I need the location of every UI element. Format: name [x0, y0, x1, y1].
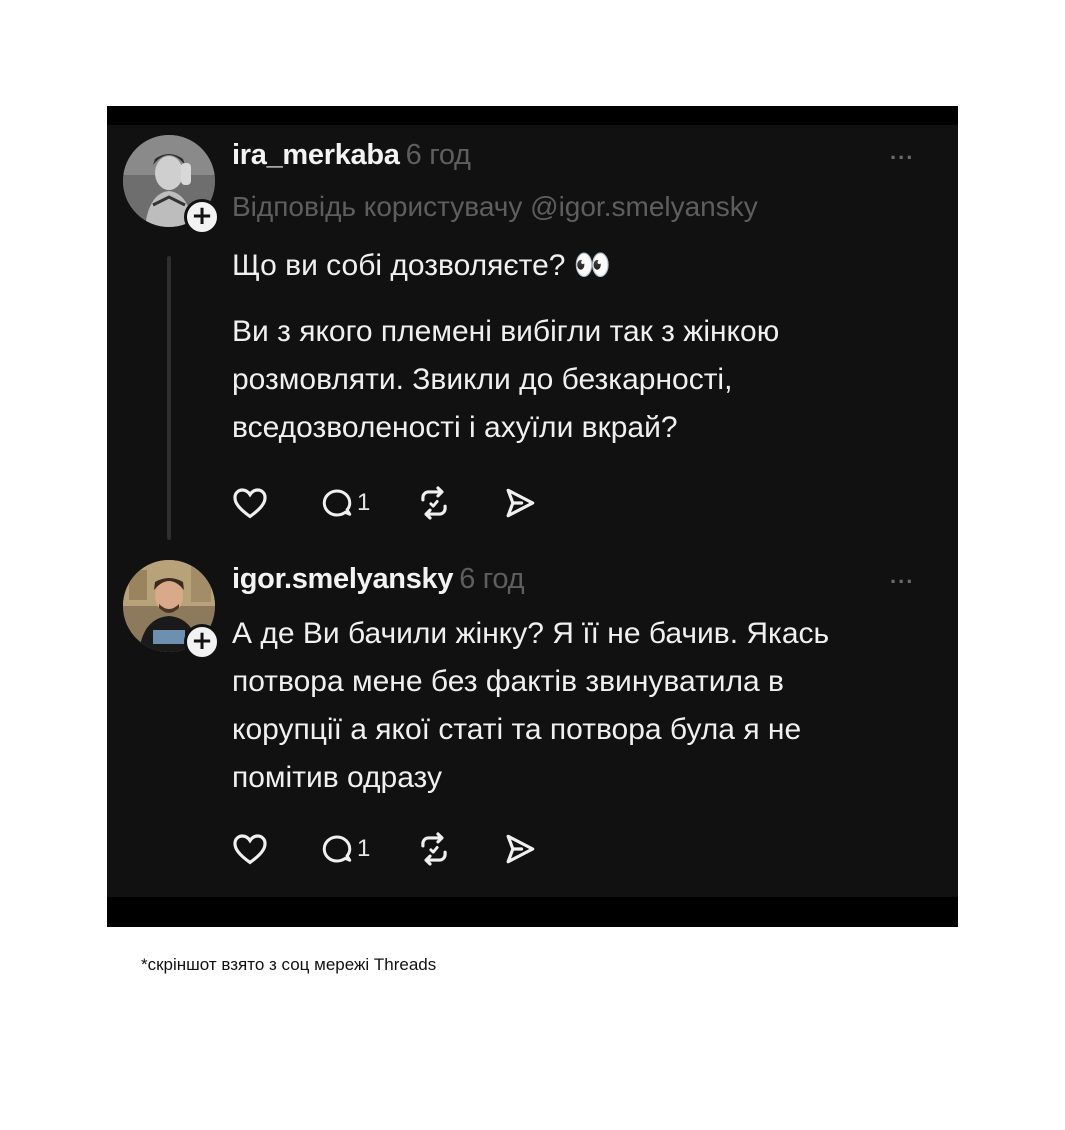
post-time: 6 год — [405, 139, 471, 171]
like-button[interactable] — [231, 483, 269, 523]
reply-count: 1 — [357, 489, 371, 516]
thread-line — [167, 256, 171, 540]
follow-plus-icon[interactable]: + — [184, 624, 220, 660]
post-text-line: потвора мене без фактів звинуватила в — [232, 665, 784, 698]
repost-button[interactable] — [415, 483, 453, 523]
reply-count: 1 — [357, 835, 371, 862]
repost-icon — [421, 486, 447, 520]
like-button[interactable] — [231, 829, 269, 869]
comment-button[interactable]: 1 — [319, 829, 370, 869]
heart-icon — [233, 488, 267, 519]
comment-button[interactable]: 1 — [319, 483, 370, 523]
caption: *скріншот взято з соц мережі Threads — [141, 955, 437, 974]
threads-screenshot: + ira_merkaba 6 год ... Відповідь користу… — [107, 106, 958, 927]
repost-button[interactable] — [415, 829, 453, 869]
comment-icon — [322, 489, 352, 517]
post-actions: 1 — [231, 483, 591, 523]
post-time: 6 год — [459, 563, 525, 595]
post-ira-merkaba: + ira_merkaba 6 год ... Відповідь користу… — [107, 125, 958, 545]
post-text-line: розмовляти. Звикли до безкарності, — [232, 363, 733, 396]
more-icon[interactable]: ... — [890, 563, 914, 589]
repost-icon — [421, 832, 447, 866]
username-text[interactable]: igor.smelyansky — [232, 563, 453, 595]
follow-plus-icon[interactable]: + — [184, 199, 220, 235]
threads-panel: + ira_merkaba 6 год ... Відповідь користу… — [107, 125, 958, 897]
post-igor-smelyansky: + igor.smelyansky 6 год ... А де Ви бачил… — [107, 545, 958, 897]
username[interactable]: ira_merkaba 6 год — [232, 139, 471, 172]
post-text-line: вседозволеності і ахуїли вкрай? — [232, 411, 678, 444]
post-actions: 1 — [231, 829, 591, 869]
username[interactable]: igor.smelyansky 6 год — [232, 563, 525, 596]
share-icon — [506, 488, 535, 518]
post-text-line: Ви з якого племені вибігли так з жінкою — [232, 315, 780, 348]
post-text-line: А де Ви бачили жінку? Я її не бачив. Яка… — [232, 617, 830, 650]
username-text[interactable]: ira_merkaba — [232, 139, 400, 171]
reply-to-label[interactable]: Відповідь користувачу @igor.smelyansky — [232, 191, 758, 223]
post-text-line: корупції а якої статі та потвора була я … — [232, 713, 802, 746]
heart-icon — [233, 834, 267, 865]
post-text-line: помітив одразу — [232, 761, 442, 794]
share-button[interactable] — [501, 483, 539, 523]
post-text-line: Що ви собі дозволяєте? 👀 — [232, 249, 612, 282]
comment-icon — [322, 835, 352, 863]
share-button[interactable] — [501, 829, 539, 869]
more-icon[interactable]: ... — [890, 139, 914, 165]
share-icon — [506, 834, 535, 864]
